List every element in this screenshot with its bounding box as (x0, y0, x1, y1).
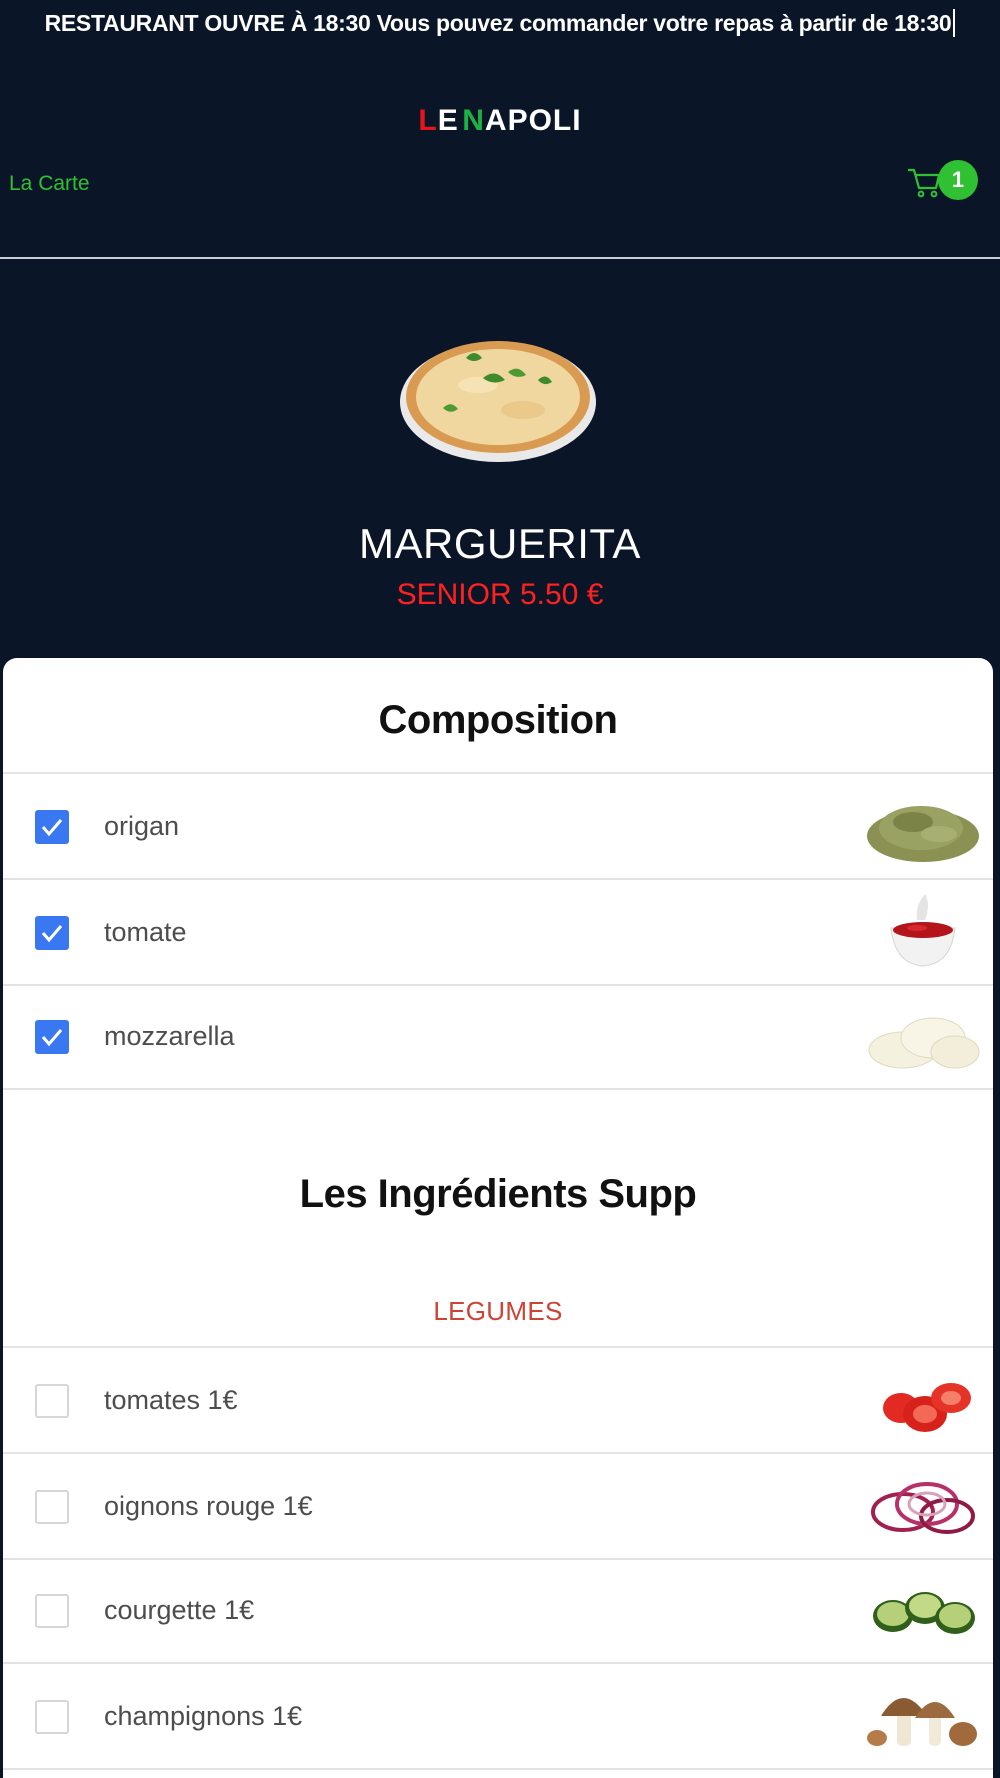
ingredient-label: courgette 1€ (104, 1594, 255, 1625)
cart-icon[interactable] (906, 160, 942, 200)
divider (3, 1768, 993, 1770)
ingredient-label: tomate (104, 916, 187, 947)
checkbox-unchecked[interactable] (35, 1490, 69, 1524)
checkbox-unchecked[interactable] (35, 1384, 69, 1418)
checkbox-unchecked[interactable] (35, 1594, 69, 1628)
composition-row-tomate[interactable]: tomate (3, 880, 993, 984)
composition-title: Composition (378, 698, 618, 742)
ingredient-label: mozzarella (104, 1020, 235, 1051)
header-divider (0, 257, 1000, 259)
logo-letter-e: E (437, 104, 459, 137)
extras-title: Les Ingrédients Supp (299, 1172, 697, 1216)
cart-count-badge[interactable]: 1 (938, 160, 978, 200)
tomato-sauce-icon (890, 894, 956, 967)
checkbox-checked[interactable] (35, 1020, 69, 1054)
checkbox-unchecked[interactable] (35, 1700, 69, 1734)
category-heading-legumes: LEGUMES (433, 1296, 563, 1326)
product-name: MARGUERITA (359, 520, 641, 567)
ingredient-label: origan (104, 810, 180, 841)
text-caret (953, 9, 956, 37)
red-onion-icon (871, 1482, 975, 1534)
announcement-text: RESTAURANT OUVRE À 18:30 Vous pouvez com… (44, 9, 952, 36)
tomato-slices-icon (883, 1383, 971, 1432)
extra-row-champignons[interactable]: champignons 1€ (3, 1664, 993, 1768)
mozzarella-icon (868, 1017, 980, 1069)
checkbox-checked[interactable] (35, 810, 69, 844)
composition-row-mozzarella[interactable]: mozzarella (3, 984, 993, 1088)
zucchini-icon (873, 1592, 975, 1634)
checkmark-icon (41, 925, 63, 943)
extra-row-oignons-rouge[interactable]: oignons rouge 1€ (3, 1454, 993, 1558)
ingredient-label: tomates 1€ (104, 1384, 238, 1415)
checkmark-icon (41, 1029, 63, 1047)
product-price: SENIOR 5.50 € (396, 578, 604, 611)
checkbox-checked[interactable] (35, 916, 69, 950)
composition-row-origan[interactable]: origan (3, 774, 993, 878)
options-panel: Composition origan tomate mozzarella Les… (3, 658, 993, 1778)
divider (3, 1088, 993, 1090)
announcement-banner: RESTAURANT OUVRE À 18:30 Vous pouvez com… (0, 0, 1000, 46)
logo-letter-l: L (418, 104, 438, 137)
ingredient-label: oignons rouge 1€ (104, 1490, 313, 1521)
checkmark-icon (41, 819, 63, 837)
extra-row-tomates[interactable]: tomates 1€ (3, 1348, 993, 1452)
nav-la-carte-link[interactable]: La Carte (9, 172, 90, 196)
logo-letter-n: N (462, 104, 485, 137)
ingredient-label: champignons 1€ (104, 1700, 303, 1731)
extra-row-courgette[interactable]: courgette 1€ (3, 1558, 993, 1662)
logo-rest: APOLI (484, 104, 582, 137)
mushrooms-icon (867, 1698, 977, 1746)
logo[interactable]: LE NAPOLI (0, 104, 1000, 138)
oregano-icon (867, 806, 979, 862)
pizza-image (400, 341, 596, 462)
